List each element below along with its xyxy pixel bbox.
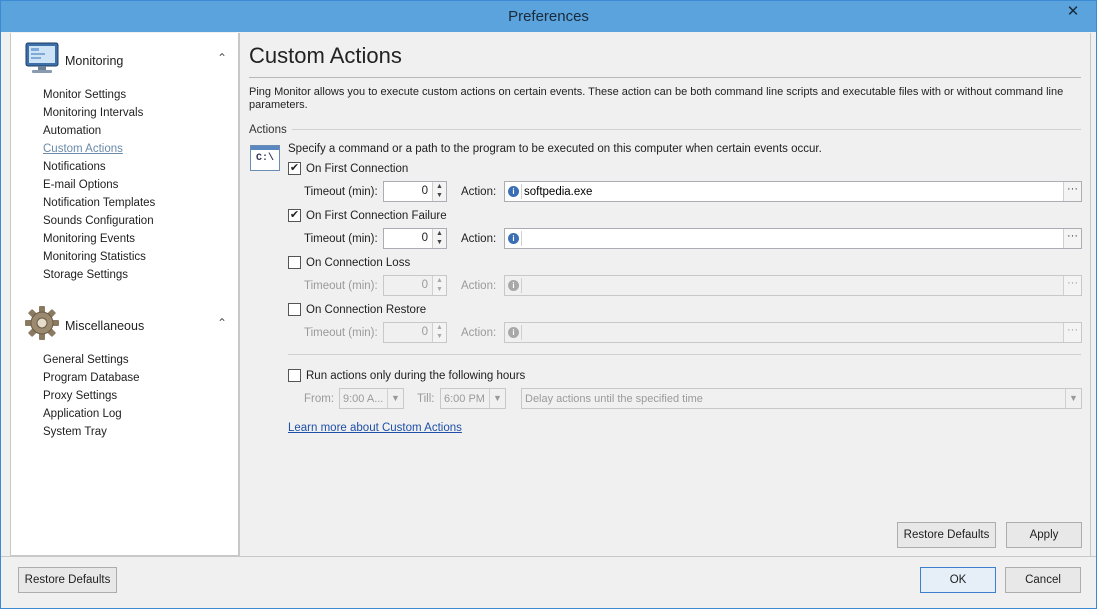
browse-button[interactable]: ··· bbox=[1063, 323, 1081, 342]
timeout-label: Timeout (min): bbox=[304, 327, 378, 339]
apply-button[interactable]: Apply bbox=[1006, 522, 1082, 548]
monitor-icon bbox=[25, 42, 59, 73]
actions-instruction: Specify a command or a path to the progr… bbox=[288, 143, 822, 155]
nav-item-program-database[interactable]: Program Database bbox=[43, 372, 140, 384]
till-label: Till: bbox=[417, 393, 435, 405]
title-bar[interactable]: Preferences ✕ bbox=[1, 1, 1096, 32]
sidebar: Monitoring ⌃ Monitor Settings Monitoring… bbox=[10, 33, 239, 556]
info-icon: i bbox=[508, 233, 519, 244]
till-time-select[interactable]: 6:00 PM ▼ bbox=[440, 388, 506, 409]
spin-arrows-icon[interactable]: ▲ ▼ bbox=[432, 182, 446, 201]
restore-defaults-button[interactable]: Restore Defaults bbox=[18, 567, 117, 593]
chevron-up-icon[interactable]: ⌃ bbox=[217, 316, 227, 330]
page-description: Ping Monitor allows you to execute custo… bbox=[249, 86, 1064, 111]
action-label: Action: bbox=[461, 233, 497, 245]
action-input[interactable] bbox=[524, 184, 1059, 199]
event-label: On Connection Restore bbox=[306, 304, 427, 316]
timeout-stepper-first-connection-failure[interactable]: 0 ▲ ▼ bbox=[383, 228, 447, 249]
action-field-connection-loss[interactable]: i ··· bbox=[504, 275, 1082, 296]
window-title: Preferences bbox=[508, 8, 589, 25]
section-label-actions: Actions bbox=[249, 124, 287, 136]
action-label: Action: bbox=[461, 280, 497, 292]
action-label: Action: bbox=[461, 186, 497, 198]
from-label: From: bbox=[304, 393, 335, 405]
info-icon: i bbox=[508, 280, 519, 291]
nav-item-notification-templates[interactable]: Notification Templates bbox=[43, 197, 155, 209]
checkbox-on-connection-loss[interactable] bbox=[288, 256, 301, 269]
timeout-stepper-first-connection[interactable]: 0 ▲ ▼ bbox=[383, 181, 447, 202]
nav-item-general-settings[interactable]: General Settings bbox=[43, 354, 129, 366]
timeout-stepper-connection-restore[interactable]: 0 ▲ ▼ bbox=[383, 322, 447, 343]
close-button[interactable]: ✕ bbox=[1056, 2, 1090, 22]
run-hours-divider bbox=[288, 354, 1081, 355]
action-input[interactable] bbox=[524, 278, 1059, 293]
chevron-down-icon[interactable]: ▼ bbox=[1065, 389, 1081, 408]
action-field-first-connection-failure[interactable]: i ··· bbox=[504, 228, 1082, 249]
dialog-footer: Restore Defaults OK Cancel bbox=[1, 556, 1096, 608]
event-label: On Connection Loss bbox=[306, 257, 411, 269]
section-divider bbox=[292, 129, 1081, 130]
group-label: Miscellaneous bbox=[65, 319, 145, 333]
timeout-label: Timeout (min): bbox=[304, 233, 378, 245]
chevron-down-icon[interactable]: ▼ bbox=[387, 389, 403, 408]
browse-button[interactable]: ··· bbox=[1063, 182, 1081, 201]
browse-button[interactable]: ··· bbox=[1063, 276, 1081, 295]
nav-item-storage-settings[interactable]: Storage Settings bbox=[43, 269, 128, 281]
delay-mode-select[interactable]: Delay actions until the specified time ▼ bbox=[521, 388, 1082, 409]
checkbox-on-connection-restore[interactable] bbox=[288, 303, 301, 316]
nav-item-monitoring-intervals[interactable]: Monitoring Intervals bbox=[43, 107, 143, 119]
action-field-first-connection[interactable]: i ··· bbox=[504, 181, 1082, 202]
nav-item-application-log[interactable]: Application Log bbox=[43, 408, 122, 420]
event-label: On First Connection bbox=[306, 163, 409, 175]
title-divider bbox=[249, 77, 1081, 78]
nav-item-monitoring-statistics[interactable]: Monitoring Statistics bbox=[43, 251, 146, 263]
group-label: Monitoring bbox=[65, 54, 124, 68]
ok-button[interactable]: OK bbox=[920, 567, 996, 593]
timeout-label: Timeout (min): bbox=[304, 280, 378, 292]
nav-item-automation[interactable]: Automation bbox=[43, 125, 101, 137]
run-hours-label: Run actions only during the following ho… bbox=[306, 370, 526, 382]
chevron-down-icon[interactable]: ▼ bbox=[489, 389, 505, 408]
group-header-monitoring[interactable]: Monitoring ⌃ bbox=[21, 37, 231, 77]
chevron-up-icon[interactable]: ⌃ bbox=[217, 51, 227, 65]
preferences-window: Preferences ✕ Monitoring ⌃ Monitor Setti… bbox=[0, 0, 1097, 609]
action-input[interactable] bbox=[524, 231, 1059, 246]
timeout-stepper-connection-loss[interactable]: 0 ▲ ▼ bbox=[383, 275, 447, 296]
checkbox-on-first-connection[interactable]: ✔ bbox=[288, 162, 301, 175]
info-icon: i bbox=[508, 327, 519, 338]
nav-item-proxy-settings[interactable]: Proxy Settings bbox=[43, 390, 117, 402]
gear-icon bbox=[25, 306, 59, 340]
checkbox-run-hours[interactable] bbox=[288, 369, 301, 382]
learn-more-link[interactable]: Learn more about Custom Actions bbox=[288, 422, 462, 434]
restore-defaults-page-button[interactable]: Restore Defaults bbox=[897, 522, 996, 548]
timeout-label: Timeout (min): bbox=[304, 186, 378, 198]
action-label: Action: bbox=[461, 327, 497, 339]
action-field-connection-restore[interactable]: i ··· bbox=[504, 322, 1082, 343]
nav-item-monitoring-events[interactable]: Monitoring Events bbox=[43, 233, 135, 245]
nav-item-system-tray[interactable]: System Tray bbox=[43, 426, 107, 438]
nav-item-custom-actions[interactable]: Custom Actions bbox=[43, 143, 123, 155]
group-header-miscellaneous[interactable]: Miscellaneous ⌃ bbox=[21, 302, 231, 342]
info-icon: i bbox=[508, 186, 519, 197]
checkbox-on-first-connection-failure[interactable]: ✔ bbox=[288, 209, 301, 222]
event-label: On First Connection Failure bbox=[306, 210, 447, 222]
spin-arrows-icon[interactable]: ▲ ▼ bbox=[432, 323, 446, 342]
nav-item-notifications[interactable]: Notifications bbox=[43, 161, 106, 173]
nav-item-email-options[interactable]: E-mail Options bbox=[43, 179, 118, 191]
command-prompt-icon: C:\ bbox=[250, 145, 280, 171]
cancel-button[interactable]: Cancel bbox=[1005, 567, 1081, 593]
nav-item-monitor-settings[interactable]: Monitor Settings bbox=[43, 89, 126, 101]
spin-arrows-icon[interactable]: ▲ ▼ bbox=[432, 276, 446, 295]
page-title: Custom Actions bbox=[249, 43, 402, 68]
spin-arrows-icon[interactable]: ▲ ▼ bbox=[432, 229, 446, 248]
browse-button[interactable]: ··· bbox=[1063, 229, 1081, 248]
main-panel: Custom Actions Ping Monitor allows you t… bbox=[239, 33, 1091, 556]
from-time-select[interactable]: 9:00 A... ▼ bbox=[339, 388, 404, 409]
nav-item-sounds-configuration[interactable]: Sounds Configuration bbox=[43, 215, 154, 227]
action-input[interactable] bbox=[524, 325, 1059, 340]
